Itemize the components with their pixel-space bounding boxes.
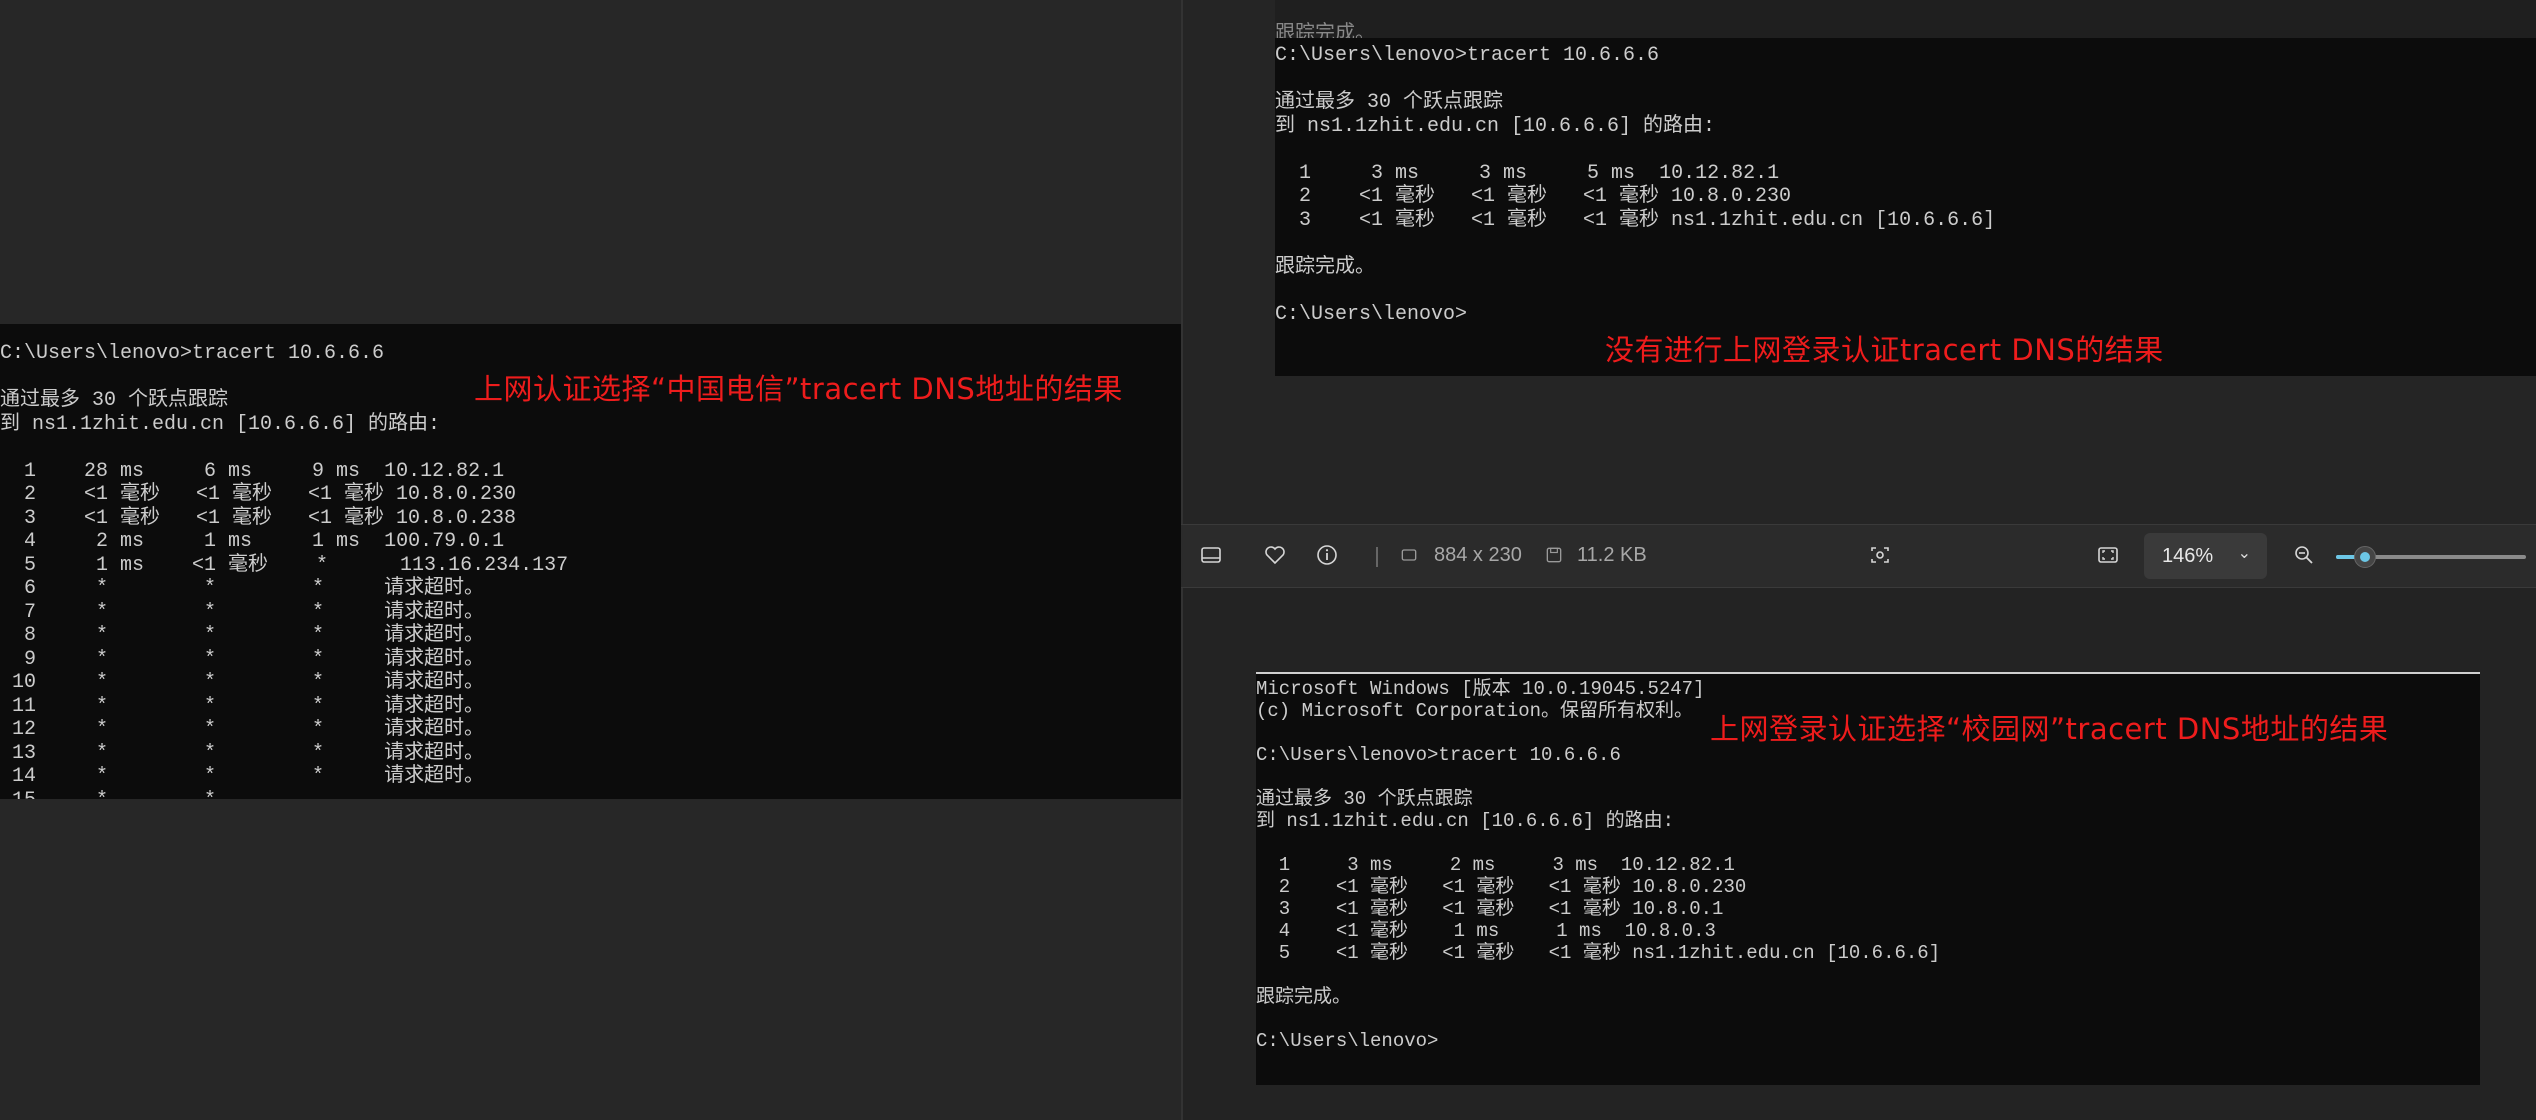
console-line: 15 * *	[0, 789, 1181, 800]
zoom-out-icon[interactable]	[2289, 540, 2319, 570]
console-line: 5 1 ms <1 毫秒 * 113.16.234.137	[0, 553, 569, 577]
console-output-right-top: C:\Users\lenovo>tracert 10.6.6.6 通过最多 30…	[1275, 38, 2536, 376]
console-line: 11 * * * 请求超时。	[0, 694, 485, 718]
toolbar-separator	[1376, 547, 1378, 567]
console-line: 8 * * * 请求超时。	[0, 624, 485, 647]
console-line: 6 * * * 请求超时。	[0, 577, 485, 600]
dimensions-icon	[1394, 540, 1424, 570]
console-line: 1 28 ms 6 ms 9 ms 10.12.82.1	[0, 459, 505, 483]
visual-search-icon[interactable]	[1865, 540, 1895, 570]
console-line: 7 * * * 请求超时。	[0, 600, 485, 624]
annotation-left: 上网认证选择“中国电信”tracert DNS地址的结果	[474, 372, 1123, 406]
console-line: 1 3 ms 2 ms 3 ms 10.12.82.1	[1256, 854, 1735, 876]
annotation-right-bottom: 上网登录认证选择“校园网”tracert DNS地址的结果	[1710, 712, 2389, 746]
console-line: 10 * * * 请求超时。	[0, 671, 485, 694]
save-icon	[1539, 540, 1569, 570]
console-line: Microsoft Windows [版本 10.0.19045.5247]	[1256, 678, 1705, 700]
console-line: 13 * * * 请求超时。	[0, 741, 485, 765]
zoom-dropdown[interactable]: 146% ⌄	[2144, 533, 2267, 579]
console-line: C:\Users\lenovo>tracert 10.6.6.6	[0, 342, 385, 365]
console-line: C:\Users\lenovo>tracert 10.6.6.6	[1275, 44, 1660, 67]
console-top-strip	[1275, 0, 2536, 38]
zoom-value: 146%	[2162, 545, 2214, 567]
heart-icon[interactable]	[1260, 540, 1290, 570]
console-line: 4 2 ms 1 ms 1 ms 100.79.0.1	[0, 530, 505, 553]
fit-window-icon[interactable]	[2093, 540, 2123, 570]
console-line: 通过最多 30 个跃点跟踪	[1256, 788, 1473, 810]
console-line: 9 * * * 请求超时。	[0, 647, 485, 671]
console-line: 2 <1 毫秒 <1 毫秒 <1 毫秒 10.8.0.230	[1256, 876, 1747, 898]
console-line: 3 <1 毫秒 <1 毫秒 <1 毫秒 10.8.0.238	[0, 506, 517, 530]
chevron-down-icon: ⌄	[2237, 545, 2251, 562]
image-dimensions: 884 x 230	[1434, 544, 1522, 566]
console-line: 1 3 ms 3 ms 5 ms 10.12.82.1	[1275, 161, 1780, 185]
zoom-slider-thumb[interactable]	[2353, 546, 2376, 568]
photo-viewer-toolbar: 884 x 230 11.2 KB 146% ⌄	[1181, 524, 2536, 588]
file-size: 11.2 KB	[1577, 544, 1647, 566]
console-line: 4 <1 毫秒 1 ms 1 ms 10.8.0.3	[1256, 920, 1716, 942]
console-line: 3 <1 毫秒 <1 毫秒 <1 毫秒 ns1.1zhit.edu.cn [10…	[1275, 208, 1996, 232]
console-line: 跟踪完成。	[1275, 255, 1375, 279]
zoom-slider[interactable]	[2336, 546, 2526, 568]
console-line: 2 <1 毫秒 <1 毫秒 <1 毫秒 10.8.0.230	[1275, 185, 1792, 208]
console-line: 通过最多 30 个跃点跟踪	[1275, 91, 1504, 114]
console-line: 到 ns1.1zhit.edu.cn [10.6.6.6] 的路由:	[1275, 114, 1716, 138]
console-line: 跟踪完成。	[1256, 986, 1352, 1008]
console-line: 12 * * * 请求超时。	[0, 718, 485, 741]
console-line: 3 <1 毫秒 <1 毫秒 <1 毫秒 10.8.0.1	[1256, 898, 1724, 920]
annotation-right-top: 没有进行上网登录认证tracert DNS的结果	[1605, 333, 2164, 367]
console-line: C:\Users\lenovo>	[1275, 302, 1468, 326]
console-line: 5 <1 毫秒 <1 毫秒 <1 毫秒 ns1.1zhit.edu.cn [10…	[1256, 942, 1941, 964]
console-line: 14 * * * 请求超时。	[0, 765, 485, 788]
info-icon[interactable]	[1312, 540, 1342, 570]
filmstrip-icon[interactable]	[1196, 540, 1226, 570]
console-line: C:\Users\lenovo>	[1256, 1030, 1439, 1052]
console-line: 到 ns1.1zhit.edu.cn [10.6.6.6] 的路由:	[1256, 810, 1675, 832]
console-line: 2 <1 毫秒 <1 毫秒 <1 毫秒 10.8.0.230	[0, 483, 517, 506]
console-line: 到 ns1.1zhit.edu.cn [10.6.6.6] 的路由:	[0, 412, 441, 436]
